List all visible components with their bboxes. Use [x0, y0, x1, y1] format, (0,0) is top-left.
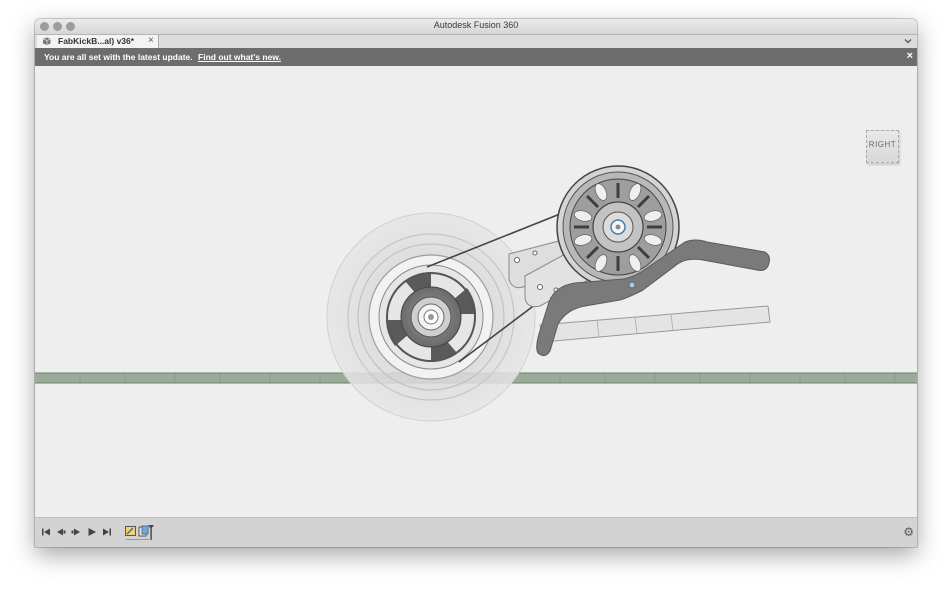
- title-bar: Autodesk Fusion 360: [35, 19, 917, 35]
- gear-icon[interactable]: ⚙: [903, 525, 914, 539]
- app-window: Autodesk Fusion 360 FabKickB...al) v36* …: [35, 19, 917, 547]
- update-message: You are all set with the latest update.: [44, 52, 193, 62]
- timeline-marker-icon[interactable]: [148, 525, 154, 540]
- design-canvas[interactable]: RIGHT: [35, 66, 917, 517]
- kick-plate[interactable]: [539, 305, 771, 343]
- component-feature-icon[interactable]: [138, 525, 149, 537]
- viewcube[interactable]: RIGHT: [866, 130, 899, 166]
- timeline-bar: ⚙: [35, 517, 917, 547]
- tab-close-icon[interactable]: ×: [148, 35, 154, 46]
- timeline-features[interactable]: [124, 524, 160, 542]
- drive-wheel[interactable]: [326, 212, 536, 422]
- play-icon[interactable]: [87, 527, 97, 537]
- sketch-feature-icon[interactable]: [125, 526, 136, 536]
- viewcube-label: RIGHT: [868, 140, 897, 149]
- document-tab[interactable]: FabKickB...al) v36* ×: [37, 35, 159, 48]
- update-banner: You are all set with the latest update. …: [35, 48, 917, 66]
- document-tab-label: FabKickB...al) v36*: [58, 36, 135, 46]
- update-banner-text: You are all set with the latest update. …: [44, 52, 281, 62]
- step-forward-icon[interactable]: [71, 527, 81, 537]
- step-back-icon[interactable]: [56, 527, 66, 537]
- model-viewport[interactable]: [35, 66, 917, 517]
- banner-close-icon[interactable]: ×: [907, 50, 913, 62]
- whats-new-link[interactable]: Find out what's new.: [198, 52, 281, 62]
- go-to-start-icon[interactable]: [41, 527, 51, 537]
- document-box-icon: [42, 37, 51, 45]
- window-title: Autodesk Fusion 360: [433, 20, 519, 30]
- chevron-down-icon[interactable]: [903, 36, 913, 46]
- document-tab-bar: FabKickB...al) v36* ×: [35, 35, 917, 49]
- go-to-end-icon[interactable]: [102, 527, 112, 537]
